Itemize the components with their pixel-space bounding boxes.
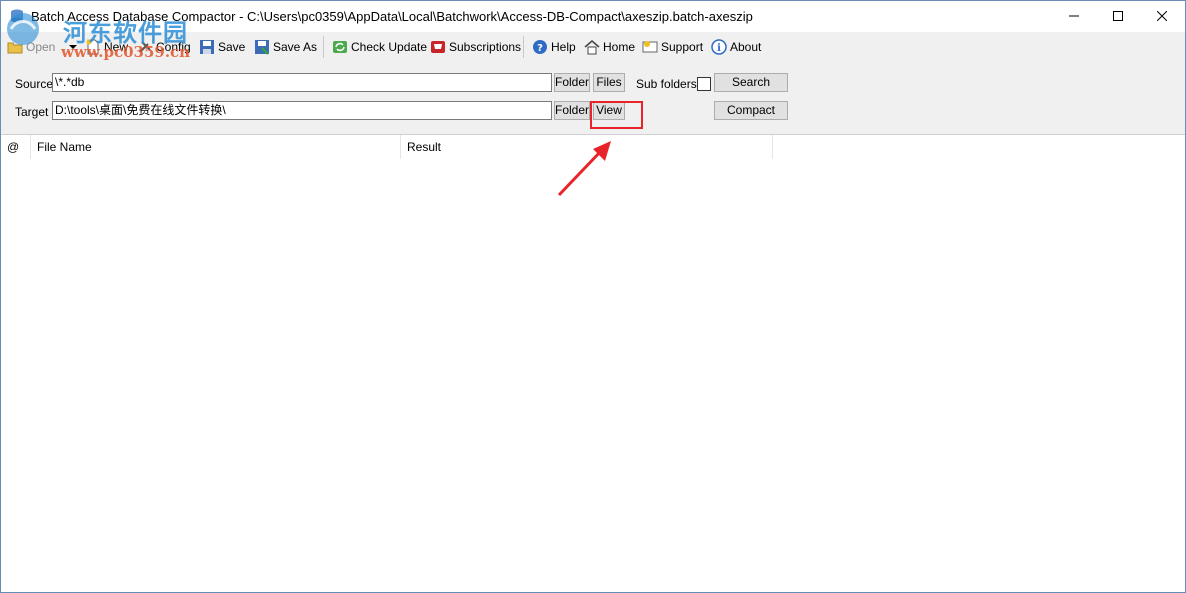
save-disk-icon: [200, 40, 214, 54]
home-button[interactable]: Home: [584, 37, 635, 57]
about-label: About: [730, 40, 762, 54]
maximize-button[interactable]: [1095, 1, 1141, 31]
svg-text:?: ?: [537, 43, 543, 54]
toolbar-separator: [523, 36, 524, 58]
save-as-button[interactable]: Save As: [254, 37, 317, 57]
about-button[interactable]: i About: [711, 37, 761, 57]
help-label: Help: [551, 40, 576, 54]
save-button[interactable]: Save: [199, 37, 245, 57]
toolbar-separator: [323, 36, 324, 58]
refresh-update-icon: [333, 41, 347, 53]
minimize-button[interactable]: [1051, 1, 1097, 31]
app-window: Batch Access Database Compactor - C:\Use…: [0, 0, 1186, 593]
files-button[interactable]: Files: [593, 73, 625, 92]
close-icon: [1157, 11, 1167, 21]
subscriptions-button[interactable]: Subscriptions: [430, 37, 521, 57]
highlight-box: [590, 101, 643, 129]
save-as-icon: [255, 40, 269, 55]
shopping-cart-icon: [431, 41, 445, 53]
source-field[interactable]: \*.*db: [52, 73, 552, 92]
home-label: Home: [603, 40, 636, 54]
help-icon: ?: [533, 40, 547, 54]
source-label: Source: [15, 77, 54, 91]
source-folder-button[interactable]: Folder: [554, 73, 590, 92]
save-label: Save: [218, 40, 246, 54]
close-button[interactable]: [1139, 1, 1185, 31]
file-list[interactable]: [1, 159, 1185, 592]
column-header-at[interactable]: @: [1, 135, 31, 159]
support-label: Support: [661, 40, 704, 54]
help-button[interactable]: ? Help: [532, 37, 576, 57]
svg-text:i: i: [717, 43, 721, 54]
info-icon: i: [711, 39, 727, 55]
check-update-button[interactable]: Check Update: [332, 37, 427, 57]
maximize-icon: [1113, 11, 1123, 21]
target-label: Target: [15, 105, 49, 119]
check-update-label: Check Update: [351, 40, 428, 54]
subfolders-checkbox[interactable]: [697, 77, 711, 91]
subscriptions-label: Subscriptions: [449, 40, 522, 54]
column-header-file-name[interactable]: File Name: [31, 135, 401, 159]
target-field[interactable]: D:\tools\桌面\免费在线文件转换\: [52, 101, 552, 120]
support-button[interactable]: Support: [642, 37, 703, 57]
compact-button[interactable]: Compact: [714, 101, 788, 120]
search-button[interactable]: Search: [714, 73, 788, 92]
watermark-url: www.pc0359.cn: [61, 43, 191, 61]
subfolders-label: Sub folders: [636, 77, 697, 91]
support-icon: [642, 41, 658, 53]
minimize-icon: [1069, 15, 1079, 17]
home-icon: [584, 40, 600, 55]
watermark-logo-icon: [7, 13, 39, 45]
target-folder-button[interactable]: Folder: [554, 101, 590, 120]
save-as-label: Save As: [273, 40, 318, 54]
